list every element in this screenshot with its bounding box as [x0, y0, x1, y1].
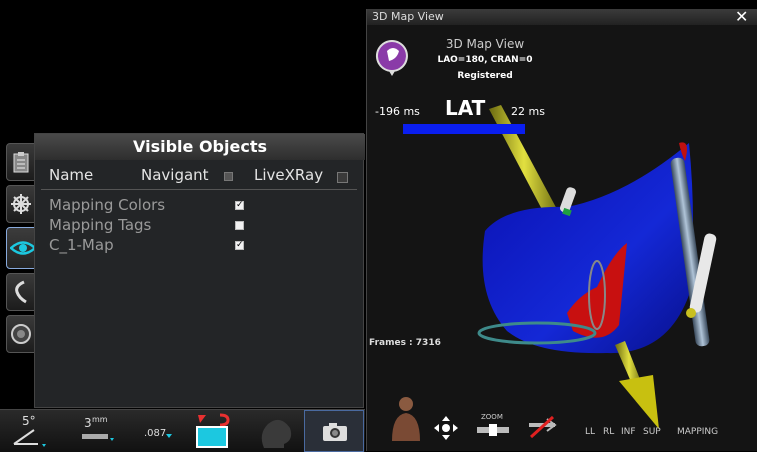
camera-button[interactable] [304, 410, 364, 452]
wheel-icon [11, 194, 31, 214]
map-view-window: 3D Map View ✕ 3D Map View LAO=180, CRAN=… [366, 7, 757, 451]
map-header-title: 3D Map View [445, 37, 525, 51]
side-tab-strip [6, 143, 40, 405]
step-value: 3 [84, 416, 92, 430]
view-rl-button[interactable]: RL [603, 427, 614, 437]
close-icon[interactable]: ✕ [735, 7, 748, 26]
bottom-toolbar: 5° 3 mm .087 [0, 409, 365, 452]
lat-color-scale [403, 124, 525, 134]
clipboard-icon [13, 152, 29, 173]
view-ll-button[interactable]: LL [585, 427, 595, 437]
header-divider [41, 189, 357, 190]
catheter-hide-icon[interactable] [525, 415, 559, 441]
camera-icon [323, 423, 347, 441]
dial-tab[interactable] [6, 315, 36, 353]
orientation-text: LAO=180, CRAN=0 [437, 55, 533, 65]
catheter-icon [15, 280, 27, 304]
column-header-row: Name Navigant LiveXRay [35, 162, 365, 188]
column-livexray: LiveXRay [254, 166, 324, 184]
zoom-slider-icon [477, 424, 509, 436]
visible-objects-panel: Visible Objects Name Navigant LiveXRay M… [34, 133, 365, 408]
row-label: Mapping Tags [49, 216, 152, 234]
eye-icon [10, 241, 36, 255]
window-titlebar: 3D Map View ✕ [367, 7, 757, 26]
window-title: 3D Map View [372, 10, 444, 23]
chevron-down-icon [166, 434, 172, 438]
lat-label: LAT [445, 96, 486, 120]
navigant-all-checkbox[interactable] [224, 172, 233, 181]
magnet-control[interactable] [192, 410, 234, 452]
view-inf-button[interactable]: INF [621, 427, 636, 437]
wheel-tab[interactable] [6, 185, 36, 223]
anatomy-render [477, 105, 717, 429]
wire-value: .087 [144, 428, 167, 439]
mapping-colors-checkbox[interactable]: ✓ [235, 201, 244, 210]
view-mapping-button[interactable]: MAPPING [677, 427, 718, 437]
magnet-icon [196, 413, 230, 448]
zoom-label: ZOOM [481, 413, 503, 421]
view-buttons: LL RL INF SUP MAPPING [581, 427, 751, 441]
map-canvas[interactable]: 3D Map View LAO=180, CRAN=0 Registered -… [367, 25, 757, 451]
frames-counter: Frames : 7316 [369, 338, 441, 348]
row-label: C_1-Map [49, 236, 114, 254]
row-label: Mapping Colors [49, 196, 166, 214]
step-control[interactable]: 3 mm [78, 410, 118, 452]
lat-max-value: 22 ms [511, 105, 545, 118]
wire-size-control[interactable]: .087 [142, 410, 176, 452]
dial-icon [11, 324, 31, 344]
livexray-all-checkbox[interactable] [337, 172, 348, 183]
zoom-control[interactable]: ZOOM [475, 413, 511, 441]
angle-icon [13, 429, 46, 447]
view-sup-button[interactable]: SUP [643, 427, 661, 437]
catheter-tab[interactable] [6, 273, 36, 311]
panel-title: Visible Objects [35, 134, 365, 160]
column-navigant: Navigant [141, 166, 209, 184]
angle-control[interactable]: 5° [8, 410, 58, 452]
head-model-button[interactable] [250, 410, 298, 452]
step-unit: mm [92, 415, 108, 424]
c1-map-checkbox[interactable]: ✓ [235, 241, 244, 250]
column-name: Name [49, 166, 94, 184]
map-logo-icon [376, 40, 408, 76]
registration-status: Registered [457, 71, 513, 81]
clipboard-tab[interactable] [6, 143, 36, 181]
lat-min-value: -196 ms [375, 105, 420, 118]
patient-model-icon[interactable] [389, 395, 423, 441]
pan-icon[interactable] [433, 415, 459, 441]
ruler-icon [82, 434, 114, 441]
mapping-tags-checkbox[interactable] [235, 221, 244, 230]
head-icon [261, 419, 292, 448]
